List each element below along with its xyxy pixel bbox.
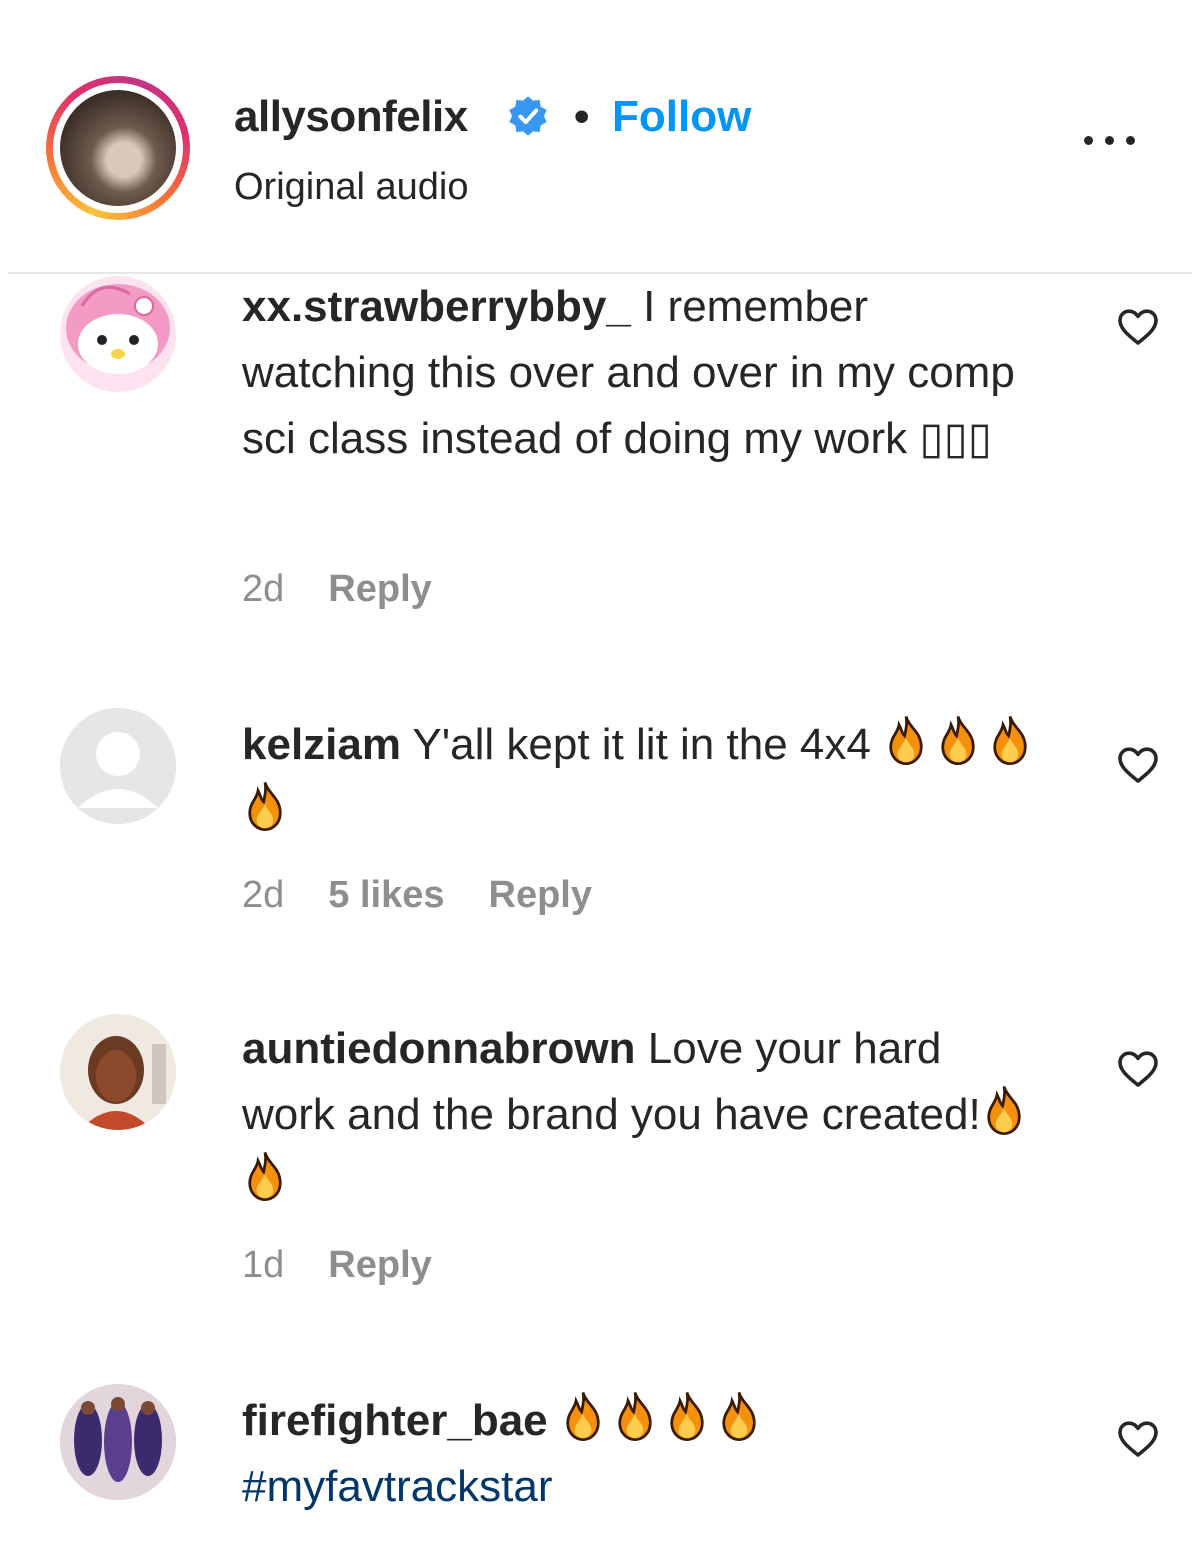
like-heart-icon[interactable]	[1114, 1414, 1162, 1462]
post-header: allysonfelix • Follow Original audio	[0, 0, 1200, 274]
commenter-avatar[interactable]	[60, 708, 176, 824]
like-heart-icon[interactable]	[1114, 740, 1162, 788]
comment-body: auntiedonnabrown Love your hard work and…	[242, 1016, 1042, 1214]
comment-body: kelziam Y'all kept it lit in the 4x4	[242, 712, 1042, 844]
comment-time[interactable]: 1d	[242, 1244, 284, 1286]
fire-emoji-icon	[618, 1391, 652, 1441]
comment-username[interactable]: kelziam	[242, 720, 401, 769]
commenter-avatar[interactable]	[60, 1384, 176, 1500]
like-count[interactable]: 5 likes	[328, 874, 444, 916]
comment-time[interactable]: 2d	[242, 874, 284, 916]
audio-label[interactable]: Original audio	[234, 166, 468, 209]
fire-emoji-icon	[566, 1391, 600, 1441]
reply-button[interactable]: Reply	[489, 874, 592, 916]
comment-username[interactable]: xx.strawberrybby_	[242, 282, 631, 331]
comment-meta: 2d 5 likes Reply	[242, 874, 636, 917]
fire-emoji-group	[560, 1391, 768, 1445]
like-heart-icon[interactable]	[1114, 302, 1162, 350]
reply-button[interactable]: Reply	[328, 1244, 431, 1286]
commenter-avatar[interactable]	[60, 276, 176, 392]
fire-emoji-icon	[987, 1085, 1021, 1135]
comment-meta: 2d Reply	[242, 568, 476, 611]
comment-body: xx.strawberrybby_ I remember watching th…	[242, 274, 1042, 472]
fire-emoji-icon	[993, 715, 1027, 765]
commenter-avatar[interactable]	[60, 1014, 176, 1130]
owner-avatar[interactable]	[46, 76, 190, 220]
like-heart-icon[interactable]	[1114, 1044, 1162, 1092]
fire-emoji-icon	[248, 1151, 282, 1201]
follow-button[interactable]: Follow	[612, 92, 751, 142]
comment-username[interactable]: auntiedonnabrown	[242, 1024, 636, 1073]
avatar-photo	[60, 90, 176, 206]
fire-emoji-icon	[889, 715, 923, 765]
owner-username[interactable]: allysonfelix	[234, 92, 468, 142]
fire-emoji-icon	[248, 781, 282, 831]
comment-time[interactable]: 2d	[242, 568, 284, 610]
reply-button[interactable]: Reply	[328, 568, 431, 610]
comment-body: firefighter_bae #myfavtrackstar	[242, 1388, 1042, 1520]
comment-username[interactable]: firefighter_bae	[242, 1396, 548, 1445]
fire-emoji-icon	[722, 1391, 756, 1441]
comment-text: Y'all kept it lit in the 4x4	[412, 720, 871, 769]
more-options-icon[interactable]	[1078, 120, 1142, 160]
fire-emoji-icon	[941, 715, 975, 765]
separator-dot: •	[574, 92, 590, 141]
hashtag-link[interactable]: #myfavtrackstar	[242, 1462, 553, 1511]
verified-badge-icon	[509, 96, 547, 136]
comment-meta: 1d Reply	[242, 1244, 476, 1287]
fire-emoji-icon	[670, 1391, 704, 1441]
